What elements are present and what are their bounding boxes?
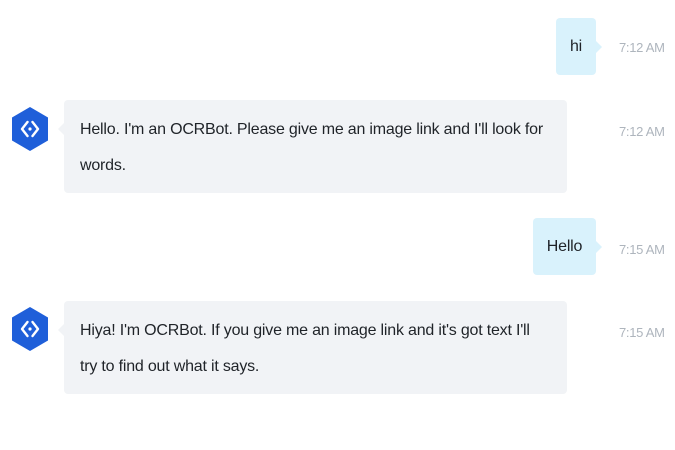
message-timestamp: 7:12 AM: [619, 124, 665, 139]
bot-hexagon-icon: [12, 307, 48, 351]
message-text: Hello. I'm an OCRBot. Please give me an …: [80, 121, 543, 174]
message-text: Hiya! I'm OCRBot. If you give me an imag…: [80, 322, 530, 375]
bot-hexagon-icon: [12, 107, 48, 151]
chat-transcript: hi 7:12 AM Hello. I'm an OCRBot. Please …: [0, 0, 675, 450]
bot-avatar-icon: [10, 106, 50, 152]
message-text: Hello: [546, 238, 583, 255]
user-message-bubble: Hello: [533, 218, 602, 275]
user-message-bubble: hi: [556, 18, 602, 75]
bot-message-bubble: Hiya! I'm OCRBot. If you give me an imag…: [58, 301, 567, 394]
bot-message-bubble: Hello. I'm an OCRBot. Please give me an …: [58, 100, 567, 193]
message-timestamp: 7:12 AM: [619, 40, 665, 55]
message-text: hi: [569, 38, 583, 55]
message-timestamp: 7:15 AM: [619, 242, 665, 257]
bot-avatar-icon: [10, 306, 50, 352]
message-timestamp: 7:15 AM: [619, 325, 665, 340]
